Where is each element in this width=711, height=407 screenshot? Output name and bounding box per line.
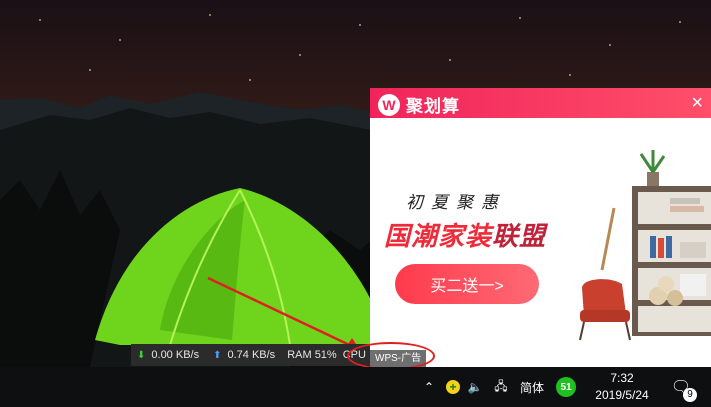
ad-slogan-line2: 国潮家装联盟 xyxy=(384,216,546,253)
brand-logo-icon: W xyxy=(378,93,400,116)
upload-speed: 0.74 KB/s xyxy=(227,349,276,361)
download-arrow-icon: ⬇ xyxy=(137,349,146,361)
brand-name: 聚划算 xyxy=(406,97,460,116)
ime-indicator[interactable]: 简体 xyxy=(518,367,546,407)
tray-app-icon[interactable]: + xyxy=(442,367,464,407)
close-icon[interactable]: × xyxy=(691,90,703,116)
notifications-count: 9 xyxy=(683,388,697,402)
clock[interactable]: 7:32 2019/5/24 xyxy=(586,370,658,404)
ad-cta-button[interactable]: 买二送一> xyxy=(395,264,539,304)
upload-arrow-icon: ⬆ xyxy=(213,349,222,361)
ad-header: W 聚划算 × xyxy=(370,88,711,118)
ad-popup[interactable]: W 聚划算 × 初夏聚惠 国潮家装联盟 买二送一> xyxy=(370,88,711,367)
clock-time: 7:32 xyxy=(610,371,634,385)
ad-slogan-line1: 初夏聚惠 xyxy=(406,193,506,212)
annotation-ring xyxy=(347,342,435,370)
clock-date: 2019/5/24 xyxy=(595,388,649,402)
taskbar: ⌃ + 🔈 🖧 简体 51 7:32 2019/5/24 🗨 xyxy=(0,367,711,407)
speaker-icon[interactable]: 🔈 xyxy=(466,367,484,407)
download-speed: 0.00 KB/s xyxy=(151,349,200,361)
ad-brand: W 聚划算 xyxy=(378,92,460,117)
network-icon[interactable]: 🖧 xyxy=(492,367,510,407)
ad-slogan-part2: 联盟 xyxy=(492,221,547,251)
chevron-up-icon[interactable]: ⌃ xyxy=(420,367,438,407)
ram-usage: RAM 51% xyxy=(287,349,337,361)
ad-slogan-part1: 国潮家装 xyxy=(384,221,493,251)
security-badge[interactable]: 51 xyxy=(554,367,578,407)
security-count: 51 xyxy=(556,377,576,397)
network-monitor: ⬇ 0.00 KB/s ⬆ 0.74 KB/s RAM 51% CPU xyxy=(131,344,371,366)
